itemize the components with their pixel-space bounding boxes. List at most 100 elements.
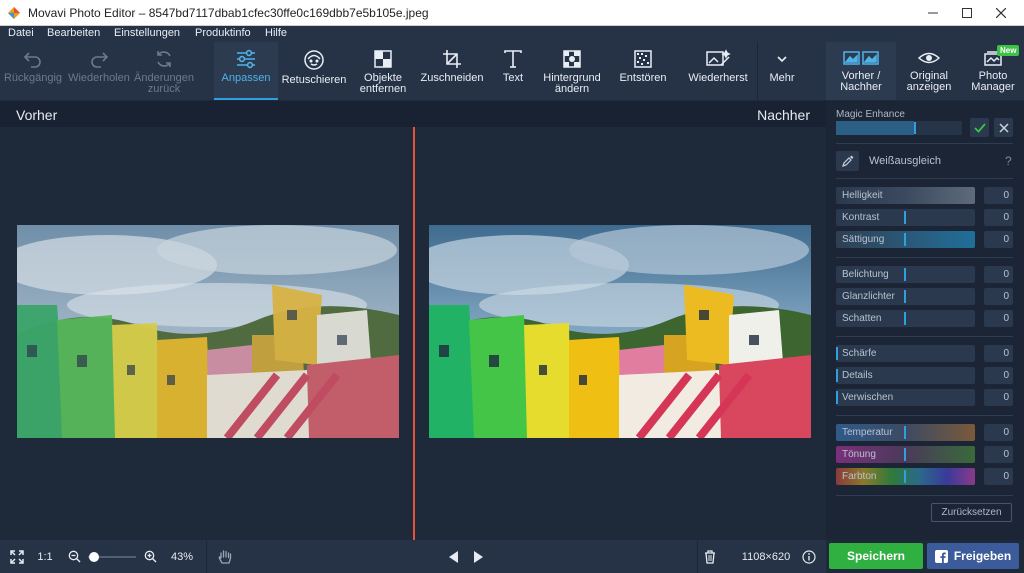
menu-product-info[interactable]: Produktinfo (195, 27, 251, 39)
saturation-slider[interactable]: Sättigung (836, 231, 975, 248)
details-value[interactable]: 0 (984, 367, 1013, 384)
hue-value[interactable]: 0 (984, 468, 1013, 485)
view-toolbar: Vorher / Nachher Original anzeigen Photo… (826, 42, 1024, 100)
saturation-value[interactable]: 0 (984, 231, 1013, 248)
panel-divider (836, 336, 1013, 337)
tint-value[interactable]: 0 (984, 446, 1013, 463)
tool-text[interactable]: Text (488, 42, 538, 100)
info-icon (802, 549, 816, 564)
tool-change-background-label: Hintergrund ändern (543, 72, 601, 95)
shadows-handle[interactable] (904, 312, 906, 325)
zoom-slider[interactable] (86, 540, 138, 573)
show-original-button[interactable]: Original anzeigen (896, 42, 962, 100)
exposure-handle[interactable] (904, 268, 906, 281)
white-balance-picker-button[interactable] (836, 151, 859, 171)
maximize-icon (962, 8, 972, 18)
contrast-slider[interactable]: Kontrast (836, 209, 975, 226)
help-icon[interactable]: ? (1005, 154, 1012, 168)
highlights-slider[interactable]: Glanzlichter (836, 288, 975, 305)
magic-enhance-apply-button[interactable] (970, 118, 989, 137)
share-label: Freigeben (953, 549, 1012, 563)
brightness-value[interactable]: 0 (984, 187, 1013, 204)
before-after-button[interactable]: Vorher / Nachher (826, 42, 896, 100)
reset-button[interactable]: Zurücksetzen (931, 503, 1012, 522)
trash-icon (704, 549, 715, 564)
close-icon (998, 122, 1009, 133)
shadows-value[interactable]: 0 (984, 310, 1013, 327)
details-handle[interactable] (836, 369, 838, 382)
fit-screen-button[interactable] (4, 540, 30, 573)
pan-tool-button[interactable] (206, 540, 242, 573)
tint-slider[interactable]: Tönung (836, 446, 975, 463)
tool-change-background[interactable]: Hintergrund ändern (538, 42, 606, 100)
info-button[interactable] (800, 540, 818, 573)
menu-help[interactable]: Hilfe (265, 27, 287, 39)
zoom-in-button[interactable] (142, 540, 158, 573)
contrast-handle[interactable] (904, 211, 906, 224)
blur-handle[interactable] (836, 391, 838, 404)
tool-adjust[interactable]: Anpassen (214, 42, 278, 100)
sharpness-handle[interactable] (836, 347, 838, 360)
highlights-handle[interactable] (904, 290, 906, 303)
magic-enhance-cancel-button[interactable] (994, 118, 1013, 137)
zoom-out-icon (68, 550, 80, 563)
undo-label: Rückgängig (3, 72, 63, 84)
tool-restore[interactable]: Wiederherst (680, 42, 756, 100)
blur-value[interactable]: 0 (984, 389, 1013, 406)
tool-crop[interactable]: Zuschneiden (416, 42, 488, 100)
triangle-right-icon (474, 550, 483, 563)
tool-retouch[interactable]: Retuschieren (278, 42, 350, 100)
previous-image-button[interactable] (445, 540, 463, 573)
minimize-icon (928, 12, 938, 14)
highlights-value[interactable]: 0 (984, 288, 1013, 305)
hue-handle[interactable] (904, 470, 906, 483)
brightness-slider[interactable]: Helligkeit (836, 187, 975, 204)
temperature-handle[interactable] (904, 426, 906, 439)
sharpness-slider[interactable]: Schärfe (836, 345, 975, 362)
magic-enhance-handle[interactable] (914, 122, 917, 134)
temperature-value[interactable]: 0 (984, 424, 1013, 441)
details-slider[interactable]: Details (836, 367, 975, 384)
share-button[interactable]: Freigeben (927, 543, 1019, 569)
saturation-label: Sättigung (842, 234, 885, 245)
delete-button[interactable] (697, 540, 721, 573)
before-after-divider[interactable] (413, 127, 415, 540)
temperature-label: Temperatur (842, 427, 893, 438)
menu-settings[interactable]: Einstellungen (114, 27, 180, 39)
exposure-value[interactable]: 0 (984, 266, 1013, 283)
tool-denoise[interactable]: Entstören (606, 42, 680, 100)
zoom-slider-handle[interactable] (89, 551, 100, 562)
menu-file[interactable]: Datei (8, 27, 34, 39)
photo-manager-label: Photo Manager (971, 70, 1015, 93)
menu-edit[interactable]: Bearbeiten (47, 27, 100, 39)
tool-remove-objects[interactable]: Objekte entfernen (350, 42, 416, 100)
window-title: Movavi Photo Editor – 8547bd7117dbab1cfe… (28, 6, 429, 20)
actual-size-button[interactable]: 1:1 (32, 540, 58, 573)
brightness-label: Helligkeit (842, 190, 883, 201)
saturation-handle[interactable] (904, 233, 906, 246)
next-image-button[interactable] (469, 540, 487, 573)
zoom-slider-track[interactable] (86, 550, 138, 564)
new-badge: New (997, 45, 1020, 56)
movavi-logo-icon (8, 7, 20, 19)
magic-enhance-slider[interactable] (836, 121, 962, 135)
shadows-slider[interactable]: Schatten (836, 310, 975, 327)
close-window-button[interactable] (978, 0, 1024, 26)
temperature-slider[interactable]: Temperatur (836, 424, 975, 441)
panel-divider (836, 257, 1013, 258)
tint-handle[interactable] (904, 448, 906, 461)
panel-divider (836, 178, 1013, 179)
contrast-value[interactable]: 0 (984, 209, 1013, 226)
undo-icon (23, 52, 41, 68)
undo-button[interactable]: Rückgängig (0, 42, 66, 100)
exposure-slider[interactable]: Belichtung (836, 266, 975, 283)
revert-changes-label: Änderungen zurück (134, 72, 194, 95)
save-button[interactable]: Speichern (829, 543, 923, 569)
zoom-out-button[interactable] (66, 540, 82, 573)
revert-changes-button[interactable]: Änderungen zurück (132, 42, 196, 100)
sharpness-value[interactable]: 0 (984, 345, 1013, 362)
blur-slider[interactable]: Verwischen (836, 389, 975, 406)
hue-slider[interactable]: Farbton (836, 468, 975, 485)
tool-more[interactable]: Mehr (758, 42, 806, 100)
redo-button[interactable]: Wiederholen (66, 42, 132, 100)
